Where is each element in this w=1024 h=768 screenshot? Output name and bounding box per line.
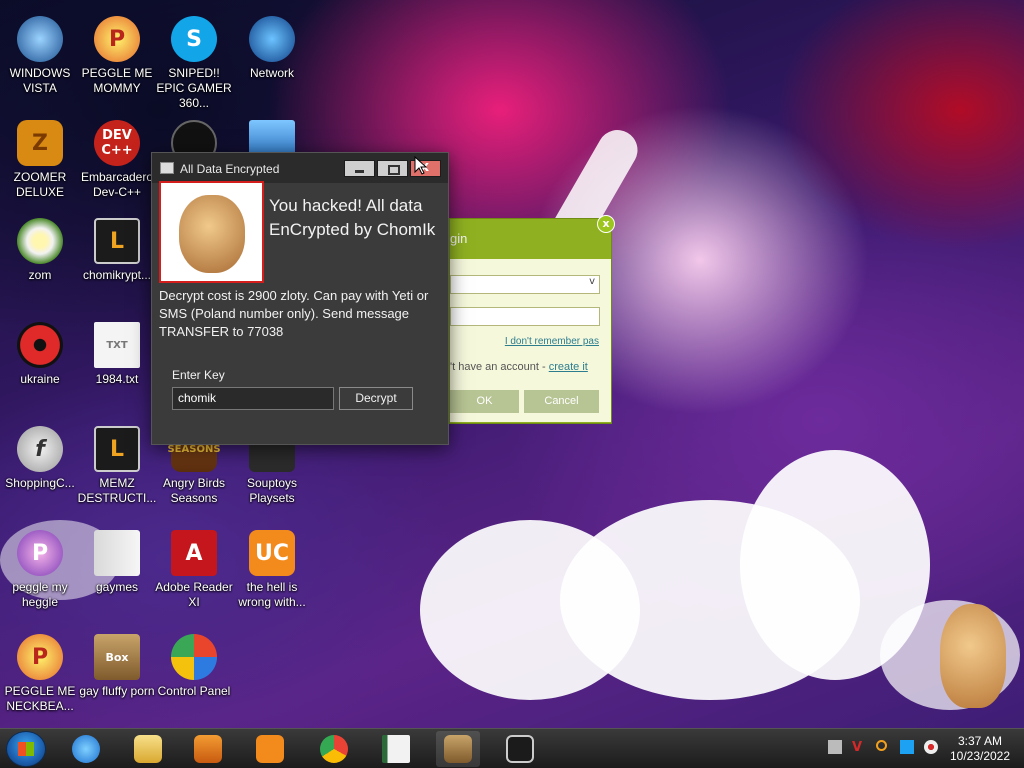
peggle-icon: P <box>94 16 140 62</box>
peggle-icon: P <box>17 634 63 680</box>
desktop-icon-adobe-reader[interactable]: A Adobe Reader XI <box>154 522 234 626</box>
clock[interactable]: 3:37 AM 10/23/2022 <box>944 734 1016 764</box>
desktop-icon-ukraine[interactable]: ukraine <box>0 314 80 418</box>
search-icon[interactable] <box>876 740 887 751</box>
desktop-icon-shoppingc[interactable]: f ShoppingC... <box>0 418 80 522</box>
hamster-image <box>159 181 264 283</box>
folder-icon <box>94 530 140 576</box>
file-explorer-icon <box>134 735 162 763</box>
mouse-cursor <box>414 156 428 175</box>
window-title: All Data Encrypted <box>180 162 280 176</box>
desktop-icon-peggle-me-mommy[interactable]: P PEGGLE ME MOMMY <box>77 8 157 112</box>
lnk-icon: L <box>94 218 140 264</box>
network-icon <box>249 16 295 62</box>
login-title: gin <box>450 231 468 246</box>
ransom-message: Decrypt cost is 2900 zloty. Can pay with… <box>159 288 429 339</box>
desktop-icon-dev-cpp[interactable]: DEV C++ Embarcadero Dev-C++ <box>77 112 157 216</box>
control-panel-icon <box>171 634 217 680</box>
login-password-field[interactable] <box>450 307 600 326</box>
chevron-down-icon: v <box>589 276 595 287</box>
taskbar-uc-browser[interactable] <box>248 731 292 767</box>
desktop-icon-zoomer-deluxe[interactable]: Z ZOOMER DELUXE <box>0 112 80 216</box>
desktop-icon-sniped[interactable]: S SNIPED!! EPIC GAMER 360... <box>154 8 234 112</box>
chrome-icon <box>320 735 348 763</box>
notepad-icon <box>382 735 410 763</box>
start-button[interactable] <box>6 731 46 767</box>
taskbar-lnk[interactable] <box>498 731 542 767</box>
create-account-text: 't have an account - create it <box>450 361 588 373</box>
zuma-icon: Z <box>17 120 63 166</box>
flash-icon: f <box>17 426 63 472</box>
window-titlebar[interactable]: All Data Encrypted x <box>152 153 448 183</box>
hamster-mascot <box>940 604 1006 708</box>
lnk-icon: L <box>94 426 140 472</box>
radiation-icon <box>17 322 63 368</box>
desktop-icon-peggle-me-neckbeard[interactable]: P PEGGLE ME NECKBEA... <box>0 626 80 730</box>
taskbar-hamster-box[interactable] <box>436 731 480 767</box>
hamster-box-icon <box>444 735 472 763</box>
enter-key-label: Enter Key <box>172 368 225 382</box>
desktop-icon-chomikrypt[interactable]: L chomikrypt... <box>77 210 157 314</box>
desktop-icon-network[interactable]: Network <box>232 8 312 112</box>
lnk-icon <box>506 735 534 763</box>
login-window[interactable]: gin x v I don't remember pas 't have an … <box>449 215 615 424</box>
media-player-icon <box>194 735 222 763</box>
forgot-password-link[interactable]: I don't remember pas <box>505 336 599 347</box>
create-account-link[interactable]: create it <box>549 361 588 373</box>
key-input[interactable]: chomik <box>172 387 334 410</box>
window-app-icon <box>160 162 174 174</box>
desktop-icon-windows-vista[interactable]: WINDOWS VISTA <box>0 8 80 112</box>
desktop-icon-1984-txt[interactable]: TXT 1984.txt <box>77 314 157 418</box>
tray-taskbar-icon[interactable] <box>828 740 842 754</box>
ransom-window[interactable]: All Data Encrypted x You hacked! All dat… <box>151 152 449 445</box>
desktop-icon-memz[interactable]: L MEMZ DESTRUCTI... <box>77 418 157 522</box>
tray-av-icon[interactable]: V <box>852 740 866 755</box>
flower-icon <box>17 218 63 264</box>
hamster-box-icon: Box <box>94 634 140 680</box>
peggle-icon: P <box>17 530 63 576</box>
taskbar-notepad[interactable] <box>374 731 418 767</box>
clock-time: 3:37 AM <box>957 734 1003 748</box>
internet-explorer-icon <box>72 735 100 763</box>
decrypt-button[interactable]: Decrypt <box>339 387 413 410</box>
desktop-icon-zom[interactable]: zom <box>0 210 80 314</box>
login-account-select[interactable]: v <box>450 275 600 294</box>
cancel-button[interactable]: Cancel <box>524 390 599 413</box>
desktop-icon-gaymes[interactable]: gaymes <box>77 522 157 626</box>
ok-button[interactable]: OK <box>450 390 519 413</box>
text-file-icon: TXT <box>94 322 140 368</box>
uc-browser-icon: UC <box>249 530 295 576</box>
network-icon[interactable] <box>900 740 914 754</box>
vista-icon <box>17 16 63 62</box>
login-body: v I don't remember pas 't have an accoun… <box>450 259 611 422</box>
skype-icon: S <box>171 16 217 62</box>
uc-browser-icon <box>256 735 284 763</box>
desktop-icon-control-panel[interactable]: Control Panel <box>154 626 234 730</box>
maximize-button[interactable] <box>377 160 408 177</box>
taskbar-chrome[interactable] <box>312 731 356 767</box>
clock-date: 10/23/2022 <box>949 749 1011 763</box>
adobe-reader-icon: A <box>171 530 217 576</box>
webcam-icon[interactable] <box>924 740 938 754</box>
taskbar-file-explorer[interactable] <box>126 731 170 767</box>
desktop-icon-gay-fluffy[interactable]: Box gay fluffy porn <box>77 626 157 730</box>
login-close-button[interactable]: x <box>597 215 615 233</box>
desktop-icon-uc-browser[interactable]: UC the hell is wrong with... <box>232 522 312 626</box>
hamster-icon <box>179 195 245 273</box>
devcpp-icon: DEV C++ <box>94 120 140 166</box>
taskbar-media-player[interactable] <box>186 731 230 767</box>
taskbar: V 3:37 AM 10/23/2022 <box>0 728 1024 768</box>
taskbar-internet-explorer[interactable] <box>64 731 108 767</box>
minimize-button[interactable] <box>344 160 375 177</box>
desktop-icon-peggle-my-heggle[interactable]: P peggle my heggle <box>0 522 80 626</box>
ransom-headline: You hacked! All data EnCrypted by ChomIk <box>269 196 436 239</box>
